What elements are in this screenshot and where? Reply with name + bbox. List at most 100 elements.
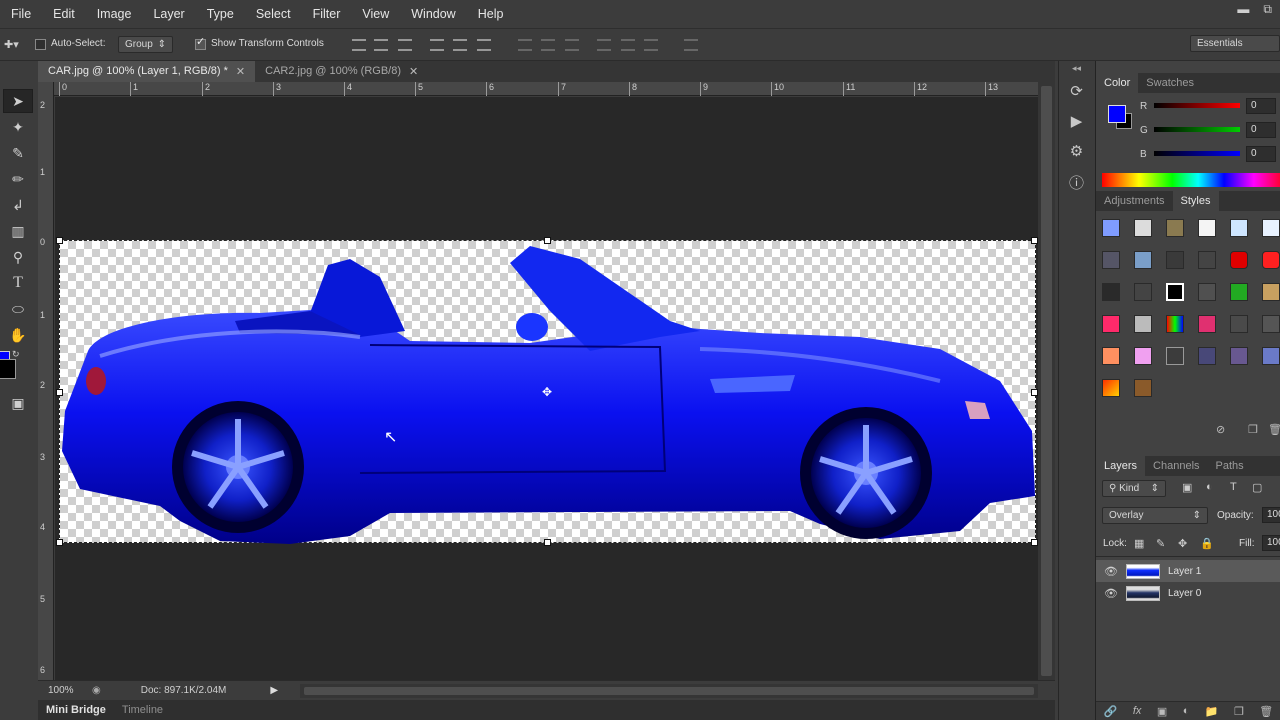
menu-layer[interactable]: Layer [142, 7, 195, 21]
align-bottom-edges-icon[interactable] [398, 39, 412, 51]
transform-handle-bottom-left[interactable] [56, 539, 63, 546]
menu-window[interactable]: Window [400, 7, 466, 21]
style-swatch[interactable] [1102, 219, 1120, 237]
menu-image[interactable]: Image [86, 7, 143, 21]
tab-car2-jpg[interactable]: CAR2.jpg @ 100% (RGB/8) ✕ [255, 61, 428, 83]
actions-play-icon[interactable]: ▶ [1066, 112, 1088, 134]
quick-selection-tool-icon[interactable]: ✦ [3, 115, 33, 139]
tab-channels[interactable]: Channels [1145, 456, 1207, 476]
ellipse-tool-icon[interactable]: ⬭ [3, 297, 33, 321]
horizontal-ruler[interactable]: 0 1 2 3 4 5 6 7 8 9 10 11 12 13 [54, 82, 1038, 96]
layer-filter-dropdown[interactable]: ⚲ Kind ⇕ [1102, 480, 1166, 497]
style-swatch[interactable] [1134, 315, 1152, 333]
tab-styles[interactable]: Styles [1172, 191, 1219, 211]
distribute-top-icon[interactable] [518, 39, 532, 51]
auto-select-dropdown[interactable]: Group ⇕ [118, 36, 173, 53]
scroll-thumb[interactable] [1041, 86, 1052, 676]
transform-handle-bottom-center[interactable] [544, 539, 551, 546]
move-tool-icon[interactable]: ➤ [3, 89, 33, 113]
scroll-thumb[interactable] [304, 687, 1034, 695]
visibility-eye-icon[interactable]: 👁 [1096, 565, 1126, 578]
style-swatch[interactable] [1198, 315, 1216, 333]
color-spectrum-ramp[interactable] [1102, 173, 1280, 187]
style-swatch[interactable] [1134, 379, 1152, 397]
tab-mini-bridge[interactable]: Mini Bridge [38, 704, 114, 716]
transform-handle-middle-right[interactable] [1031, 389, 1038, 396]
swap-colors-icon[interactable]: ↻ [12, 349, 20, 360]
style-swatch[interactable] [1262, 219, 1280, 237]
menu-view[interactable]: View [351, 7, 400, 21]
history-brush-tool-icon[interactable]: ↲ [3, 193, 33, 217]
transform-handle-middle-left[interactable] [56, 389, 63, 396]
align-vertical-centers-icon[interactable] [374, 39, 388, 51]
channel-b-slider[interactable] [1154, 151, 1240, 156]
tab-adjustments[interactable]: Adjustments [1096, 191, 1173, 211]
blend-mode-dropdown[interactable]: Overlay ⇕ [1102, 507, 1208, 524]
link-layers-icon[interactable]: 🔗 [1104, 705, 1118, 718]
tab-swatches[interactable]: Swatches [1138, 73, 1202, 93]
style-swatch[interactable] [1198, 283, 1216, 301]
layer-row-layer-1[interactable]: 👁 Layer 1 [1096, 560, 1280, 582]
channel-r-slider[interactable] [1154, 103, 1240, 108]
style-swatch[interactable] [1102, 283, 1120, 301]
paint-bucket-tool-icon[interactable]: ▥ [3, 219, 33, 243]
opacity-input[interactable]: 100% [1262, 507, 1280, 523]
document-canvas[interactable]: ✥ ↖ [56, 237, 1038, 546]
tab-timeline[interactable]: Timeline [114, 704, 171, 716]
distribute-right-icon[interactable] [644, 39, 658, 51]
delete-layer-icon[interactable]: 🗑 [1259, 705, 1273, 718]
layer-style-fx-icon[interactable]: fx [1133, 705, 1142, 717]
lock-all-icon[interactable]: 🔒 [1200, 537, 1214, 550]
layer-row-layer-0[interactable]: 👁 Layer 0 [1096, 582, 1280, 604]
style-swatch[interactable] [1230, 283, 1248, 301]
style-swatch[interactable] [1102, 251, 1120, 269]
vertical-ruler[interactable]: 2 1 0 1 2 3 4 5 6 [38, 82, 54, 680]
distribute-hcenter-icon[interactable] [621, 39, 635, 51]
move-tool-preset-icon[interactable]: ✚▾ [4, 38, 19, 51]
lock-position-icon[interactable]: ✥ [1178, 537, 1187, 550]
channel-g-slider[interactable] [1154, 127, 1240, 132]
style-swatch[interactable] [1262, 347, 1280, 365]
transform-handle-top-center[interactable] [544, 237, 551, 244]
menu-file[interactable]: File [0, 7, 42, 21]
new-group-icon[interactable]: 📁 [1205, 705, 1219, 718]
close-icon[interactable]: ✕ [236, 65, 245, 83]
style-swatch[interactable] [1102, 379, 1120, 397]
style-swatch[interactable] [1102, 315, 1120, 333]
style-swatch[interactable] [1166, 315, 1184, 333]
align-horizontal-centers-icon[interactable] [453, 39, 467, 51]
zoom-tool-icon[interactable]: ⚲ [3, 245, 33, 269]
style-swatch[interactable] [1230, 251, 1248, 269]
close-icon[interactable]: ✕ [409, 65, 418, 83]
menu-select[interactable]: Select [245, 7, 302, 21]
tab-layers[interactable]: Layers [1096, 456, 1146, 476]
style-swatch[interactable] [1166, 251, 1184, 269]
style-swatch[interactable] [1198, 219, 1216, 237]
filter-pixel-icon[interactable]: ▣ [1182, 481, 1192, 494]
tab-paths[interactable]: Paths [1208, 456, 1252, 476]
style-swatch[interactable] [1134, 283, 1152, 301]
menu-filter[interactable]: Filter [302, 7, 352, 21]
style-swatch[interactable] [1230, 347, 1248, 365]
style-swatch[interactable] [1230, 315, 1248, 333]
fill-input[interactable]: 100% [1262, 535, 1280, 551]
filter-adjustment-icon[interactable]: ◐ [1206, 481, 1213, 493]
background-color-swatch[interactable] [0, 359, 16, 379]
filter-type-icon[interactable]: T [1230, 481, 1237, 493]
distribute-vcenter-icon[interactable] [541, 39, 555, 51]
clear-style-icon[interactable]: ⊘ [1216, 423, 1225, 436]
quick-mask-icon[interactable]: ▣ [3, 391, 33, 415]
auto-align-layers-icon[interactable] [684, 39, 698, 51]
align-left-edges-icon[interactable] [430, 39, 444, 51]
style-swatch[interactable] [1166, 219, 1184, 237]
style-swatch[interactable] [1198, 251, 1216, 269]
menu-type[interactable]: Type [196, 7, 245, 21]
channel-b-value[interactable]: 0 [1246, 146, 1276, 162]
vertical-scrollbar[interactable] [1038, 82, 1055, 680]
style-swatch[interactable] [1166, 347, 1184, 365]
auto-select-checkbox[interactable] [35, 39, 46, 50]
channel-g-value[interactable]: 0 [1246, 122, 1276, 138]
style-swatch[interactable] [1134, 219, 1152, 237]
visibility-eye-icon[interactable]: 👁 [1096, 587, 1126, 600]
eyedropper-tool-icon[interactable]: ✎ [3, 141, 33, 165]
